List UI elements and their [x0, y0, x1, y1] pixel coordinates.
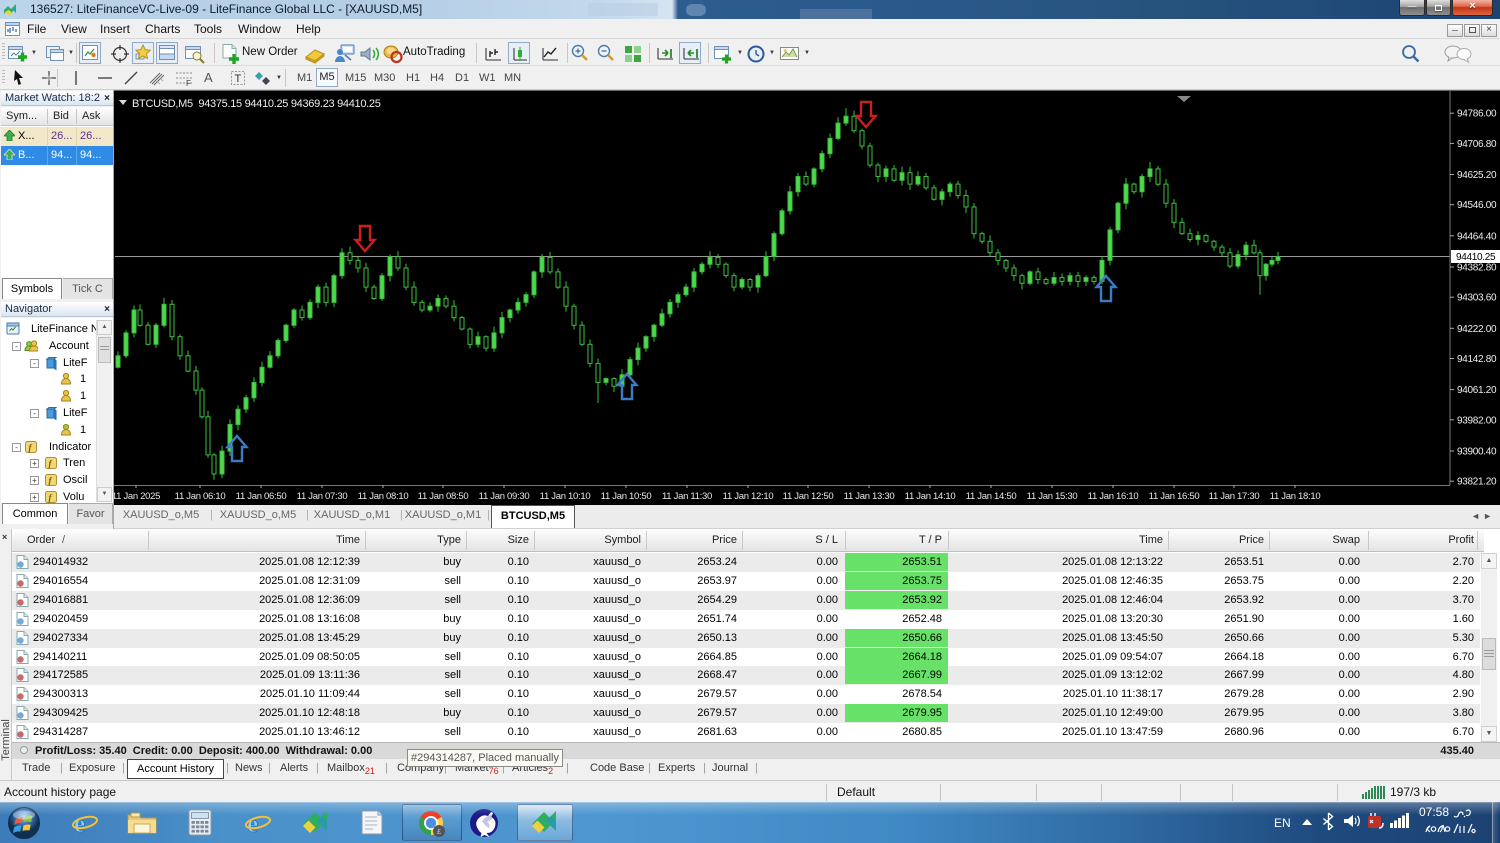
- svg-text:94546.00: 94546.00: [1457, 200, 1497, 211]
- svg-text:11 Jan 17:30: 11 Jan 17:30: [1209, 491, 1260, 502]
- svg-text:11 Jan 14:50: 11 Jan 14:50: [966, 491, 1017, 502]
- svg-text:11 Jan 08:50: 11 Jan 08:50: [418, 491, 469, 502]
- svg-text:e: e: [74, 811, 85, 836]
- svg-text:93982.00: 93982.00: [1457, 415, 1497, 426]
- svg-text:11 Jan 06:50: 11 Jan 06:50: [236, 491, 287, 502]
- svg-text:11 Jan 2025: 11 Jan 2025: [114, 491, 160, 502]
- svg-text:94382.80: 94382.80: [1457, 263, 1497, 274]
- svg-text:11 Jan 12:10: 11 Jan 12:10: [723, 491, 774, 502]
- svg-text:94410.25: 94410.25: [1456, 252, 1496, 263]
- svg-text:93900.40: 93900.40: [1457, 447, 1497, 458]
- svg-text:94464.40: 94464.40: [1457, 231, 1497, 242]
- svg-text:11 Jan 16:10: 11 Jan 16:10: [1088, 491, 1139, 502]
- svg-text:11 Jan 10:50: 11 Jan 10:50: [601, 491, 652, 502]
- svg-text:94786.00: 94786.00: [1457, 109, 1497, 120]
- svg-text:11 Jan 14:10: 11 Jan 14:10: [905, 491, 956, 502]
- svg-text:94625.20: 94625.20: [1457, 170, 1497, 181]
- svg-text:T: T: [235, 73, 242, 85]
- svg-text:11 Jan 15:30: 11 Jan 15:30: [1027, 491, 1078, 502]
- svg-text:94706.80: 94706.80: [1457, 139, 1497, 150]
- svg-text:F: F: [186, 79, 191, 87]
- svg-text:11 Jan 16:50: 11 Jan 16:50: [1149, 491, 1200, 502]
- svg-text:94303.60: 94303.60: [1457, 293, 1497, 304]
- svg-text:11 Jan 12:50: 11 Jan 12:50: [783, 491, 834, 502]
- svg-text:11 Jan 18:10: 11 Jan 18:10: [1270, 491, 1321, 502]
- svg-text:94142.80: 94142.80: [1457, 354, 1497, 365]
- svg-text:11 Jan 11:30: 11 Jan 11:30: [662, 491, 712, 502]
- svg-text:11 Jan 09:30: 11 Jan 09:30: [479, 491, 530, 502]
- svg-text:BTCUSD,M5 94375.15 94410.25 9: BTCUSD,M5 94375.15 94410.25 94369.23 944…: [132, 98, 381, 110]
- svg-text:11 Jan 10:10: 11 Jan 10:10: [540, 491, 591, 502]
- svg-text:e: e: [247, 811, 258, 836]
- svg-text:11 Jan 07:30: 11 Jan 07:30: [297, 491, 348, 502]
- svg-text:94222.00: 94222.00: [1457, 324, 1497, 335]
- svg-text:11 Jan 08:10: 11 Jan 08:10: [358, 491, 409, 502]
- svg-text:11 Jan 06:10: 11 Jan 06:10: [175, 491, 226, 502]
- svg-text:94061.20: 94061.20: [1457, 385, 1497, 396]
- svg-text:11 Jan 13:30: 11 Jan 13:30: [844, 491, 895, 502]
